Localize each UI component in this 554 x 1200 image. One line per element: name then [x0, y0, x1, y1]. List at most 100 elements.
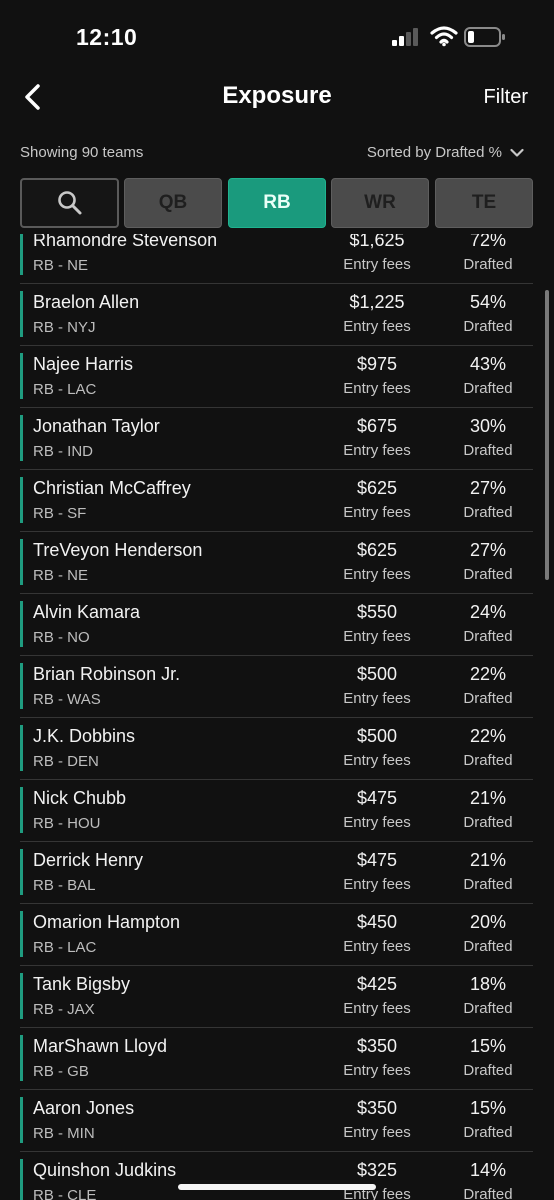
- nav-bar: Exposure Filter: [0, 72, 554, 128]
- drafted-label: Drafted: [463, 628, 513, 645]
- drafted-label: Drafted: [463, 566, 513, 583]
- row-accent-bar: [20, 1159, 23, 1200]
- row-accent-bar: [20, 911, 23, 957]
- player-team: RB - LAC: [33, 381, 97, 398]
- drafted-percent-value: 21%: [469, 788, 507, 808]
- entry-fees-value: $1,625: [349, 234, 405, 250]
- player-row[interactable]: MarShawn Lloyd RB - GB $350 Entry fees 15% Dr…: [20, 1028, 533, 1090]
- player-name: Tank Bigsby: [33, 974, 131, 994]
- player-name: Alvin Kamara: [33, 602, 141, 622]
- entry-fees-label: Entry fees: [343, 628, 411, 645]
- row-accent-bar: [20, 1035, 23, 1081]
- status-time: 12:10: [76, 24, 138, 50]
- player-row[interactable]: Tank Bigsby RB - JAX $425 Entry fees 18% Draf…: [20, 966, 533, 1028]
- cellular-signal-icon: [392, 28, 418, 46]
- player-name: Christian McCaffrey: [33, 478, 191, 498]
- row-accent-bar: [20, 663, 23, 709]
- entry-fees-value: $625: [356, 540, 398, 560]
- entry-fees-value: $325: [356, 1160, 398, 1180]
- entry-fees-value: $500: [356, 664, 398, 684]
- player-team: RB - CLE: [33, 1187, 97, 1200]
- entry-fees-label: Entry fees: [343, 566, 411, 583]
- player-name: TreVeyon Henderson: [33, 540, 203, 560]
- row-accent-bar: [20, 477, 23, 523]
- player-team: RB - BAL: [33, 877, 96, 894]
- drafted-percent-value: 21%: [469, 850, 507, 870]
- player-team: RB - MIN: [33, 1125, 95, 1142]
- player-team: RB - GB: [33, 1063, 89, 1080]
- player-team: RB - SF: [33, 505, 87, 522]
- entry-fees-value: $550: [356, 602, 398, 622]
- player-name: Quinshon Judkins: [33, 1160, 177, 1180]
- player-team: RB - DEN: [33, 753, 99, 770]
- player-row[interactable]: Najee Harris RB - LAC $975 Entry fees 43% Dra…: [20, 346, 533, 408]
- player-row[interactable]: Omarion Hampton RB - LAC $450 Entry fees 20%…: [20, 904, 533, 966]
- entry-fees-value: $975: [356, 354, 398, 374]
- player-team: RB - HOU: [33, 815, 101, 832]
- entry-fees-value: $1,225: [349, 292, 405, 312]
- player-row[interactable]: Derrick Henry RB - BAL $475 Entry fees 21% Dr…: [20, 842, 533, 904]
- player-name: J.K. Dobbins: [33, 726, 136, 746]
- drafted-label: Drafted: [463, 690, 513, 707]
- entry-fees-value: $475: [356, 850, 398, 870]
- player-row[interactable]: Braelon Allen RB - NYJ $1,225 Entry fees 54%…: [20, 284, 533, 346]
- home-indicator[interactable]: [178, 1184, 376, 1190]
- drafted-label: Drafted: [463, 876, 513, 893]
- entry-fees-value: $500: [356, 726, 398, 746]
- drafted-percent-value: 18%: [469, 974, 507, 994]
- tab-qb[interactable]: QB: [124, 178, 222, 228]
- player-name: Aaron Jones: [33, 1098, 135, 1118]
- drafted-percent-value: 54%: [469, 292, 507, 312]
- entry-fees-label: Entry fees: [343, 380, 411, 397]
- drafted-percent-value: 22%: [469, 726, 507, 746]
- drafted-label: Drafted: [463, 1186, 513, 1200]
- drafted-percent-value: 14%: [469, 1160, 507, 1180]
- player-row[interactable]: Jonathan Taylor RB - IND $675 Entry fees 30%…: [20, 408, 533, 470]
- tab-wr[interactable]: WR: [331, 178, 429, 228]
- player-row[interactable]: Alvin Kamara RB - NO $550 Entry fees 24% Draf…: [20, 594, 533, 656]
- player-team: RB - NYJ: [33, 319, 96, 336]
- position-tabs: QB RB WR TE: [20, 178, 533, 228]
- row-accent-bar: [20, 415, 23, 461]
- drafted-label: Drafted: [463, 256, 513, 273]
- drafted-percent-value: 20%: [469, 912, 507, 932]
- entry-fees-value: $675: [356, 416, 398, 436]
- player-row[interactable]: Aaron Jones RB - MIN $350 Entry fees 15% Draf…: [20, 1090, 533, 1152]
- drafted-percent-value: 27%: [469, 540, 507, 560]
- player-name: MarShawn Lloyd: [33, 1036, 168, 1056]
- drafted-percent-value: 72%: [469, 234, 507, 250]
- entry-fees-label: Entry fees: [343, 318, 411, 335]
- player-exposure-list: Rhamondre Stevenson RB - NE $1,625 Entry fe…: [20, 234, 533, 1200]
- drafted-label: Drafted: [463, 1062, 513, 1079]
- drafted-label: Drafted: [463, 442, 513, 459]
- tab-te[interactable]: TE: [435, 178, 533, 228]
- player-row[interactable]: J.K. Dobbins RB - DEN $500 Entry fees 22% Dra…: [20, 718, 533, 780]
- wifi-icon: [430, 26, 458, 47]
- player-row[interactable]: Brian Robinson Jr. RB - WAS $500 Entry fees…: [20, 656, 533, 718]
- drafted-label: Drafted: [463, 938, 513, 955]
- drafted-percent-value: 15%: [469, 1098, 507, 1118]
- battery-icon: [464, 27, 505, 47]
- player-name: Najee Harris: [33, 354, 134, 374]
- tab-rb[interactable]: RB: [228, 178, 326, 228]
- drafted-percent-value: 24%: [469, 602, 507, 622]
- scrollbar[interactable]: [545, 290, 549, 580]
- filter-button[interactable]: Filter: [484, 86, 528, 109]
- search-button[interactable]: [20, 178, 119, 228]
- sort-dropdown[interactable]: Sorted by Drafted %: [367, 144, 524, 161]
- entry-fees-label: Entry fees: [343, 504, 411, 521]
- entry-fees-label: Entry fees: [343, 1000, 411, 1017]
- player-row[interactable]: Quinshon Judkins RB - CLE $325 Entry fees 14…: [20, 1152, 533, 1200]
- player-row[interactable]: Nick Chubb RB - HOU $475 Entry fees 21% Draft…: [20, 780, 533, 842]
- entry-fees-label: Entry fees: [343, 814, 411, 831]
- row-accent-bar: [20, 353, 23, 399]
- entry-fees-label: Entry fees: [343, 690, 411, 707]
- teams-count-text: Showing 90 teams: [20, 144, 144, 161]
- player-row[interactable]: Rhamondre Stevenson RB - NE $1,625 Entry fe…: [20, 234, 533, 284]
- player-row[interactable]: TreVeyon Henderson RB - NE $625 Entry fees 2…: [20, 532, 533, 594]
- entry-fees-value: $475: [356, 788, 398, 808]
- row-accent-bar: [20, 1097, 23, 1143]
- player-row[interactable]: Christian McCaffrey RB - SF $625 Entry fees…: [20, 470, 533, 532]
- drafted-label: Drafted: [463, 504, 513, 521]
- search-icon: [57, 191, 81, 215]
